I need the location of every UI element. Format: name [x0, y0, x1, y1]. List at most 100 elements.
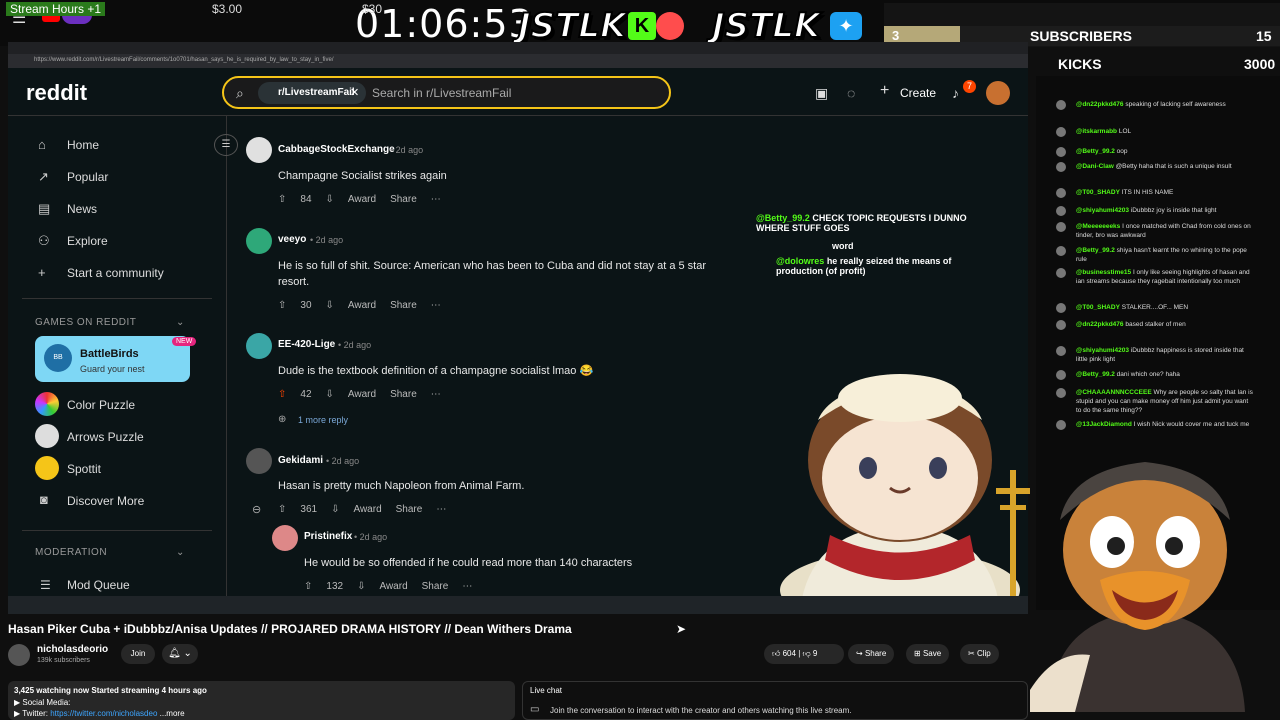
chat-username: @itskarmabb	[1076, 128, 1118, 135]
comment-actions: ⇧ 84 ⇩ Award Share ⋯	[278, 194, 455, 210]
browser-tabstrip[interactable]	[8, 42, 1028, 54]
upvote-icon[interactable]: ⇧	[278, 300, 286, 311]
avatar	[1056, 127, 1066, 137]
goal-max: $30	[362, 2, 383, 16]
kick-icon: K	[628, 12, 656, 40]
game-item-label[interactable]: Arrows Puzzle	[67, 430, 144, 444]
twitter-link[interactable]: https://twitter.com/nicholasdeo	[50, 709, 157, 718]
avatar[interactable]	[986, 81, 1010, 105]
comment-author[interactable]: veeyo	[278, 234, 306, 245]
chat-icon[interactable]: ◌	[847, 85, 855, 101]
award-button[interactable]: Award	[348, 194, 376, 205]
sidebar-item-news[interactable]: ▤ News	[38, 201, 218, 221]
channel-name[interactable]: nicholasdeorio	[37, 644, 108, 655]
save-button[interactable]: ⊞ Save	[906, 644, 950, 664]
more-icon[interactable]: ⋯	[462, 581, 472, 592]
award-button[interactable]: Award	[348, 389, 376, 400]
chevron-down-icon[interactable]: ⌄	[176, 317, 184, 328]
share-button[interactable]: ↪ Share	[848, 644, 895, 664]
overlay-chat-message: @dolowres he really seized the means of …	[776, 256, 996, 276]
bell-icon[interactable]: 🔔︎ ⌄	[162, 644, 198, 664]
share-button[interactable]: Share	[422, 581, 449, 592]
windows-taskbar[interactable]	[8, 596, 1028, 614]
upvote-icon[interactable]: ⇧	[278, 194, 286, 205]
browser-url-bar[interactable]: https://www.reddit.com/r/LivestreamFail/…	[8, 54, 1028, 68]
avatar[interactable]	[246, 137, 272, 163]
chat-text: ITS IN HIS NAME	[1121, 189, 1174, 196]
chat-username: @dn22pkkd476	[1076, 321, 1124, 328]
reddit-logo[interactable]: reddit	[26, 80, 87, 106]
collapse-icon[interactable]: ⊖	[252, 503, 261, 516]
more-icon[interactable]: ⋯	[436, 504, 446, 515]
plus-icon[interactable]: +	[880, 82, 889, 100]
chat-text: word	[832, 241, 854, 251]
more-icon[interactable]: ⋯	[431, 194, 441, 205]
avatar[interactable]	[246, 333, 272, 359]
bell-icon[interactable]: ♪	[952, 85, 959, 101]
more-link[interactable]: ...more	[160, 709, 185, 718]
sidebar-item-popular[interactable]: ↗ Popular	[38, 169, 218, 189]
award-button[interactable]: Award	[348, 300, 376, 311]
downvote-icon[interactable]: ⇩	[326, 300, 334, 311]
games-section-header[interactable]: GAMES ON REDDIT	[35, 317, 136, 328]
game-item-label[interactable]: Spottit	[67, 462, 101, 476]
chevron-down-icon[interactable]: ⌄	[176, 547, 184, 558]
downvote-icon[interactable]: ⇩	[331, 504, 339, 515]
record-icon	[656, 12, 684, 40]
game-subtitle: Guard your nest	[80, 364, 145, 374]
comment-author[interactable]: CabbageStockExchange	[278, 144, 395, 155]
more-icon[interactable]: ⋯	[431, 389, 441, 400]
comment-author[interactable]: EE-420-Lige	[278, 339, 335, 350]
description-line: ▶ Twitter: https://twitter.com/nicholasd…	[14, 709, 185, 718]
ads-icon[interactable]: ▣	[815, 85, 828, 102]
twitter-icon: ✦	[830, 12, 862, 40]
sidebar-item-start-community[interactable]: + Start a community	[38, 265, 218, 285]
upvote-icon[interactable]: ⇧	[278, 389, 286, 400]
vote-count: 30	[300, 300, 312, 311]
comment-actions: ⇧ 361 ⇩ Award Share ⋯	[278, 504, 460, 520]
upvote-icon[interactable]: ⇧	[278, 504, 286, 515]
avatar[interactable]	[246, 228, 272, 254]
moderation-section-header[interactable]: MODERATION	[35, 547, 107, 558]
twitter-label: ▶ Twitter:	[14, 709, 51, 718]
close-icon[interactable]: ✕	[350, 86, 359, 99]
chat-message-text: @shiyahumi4203 iDubbbz happiness is stor…	[1076, 346, 1254, 364]
spottit-icon	[35, 456, 59, 480]
chat-username: @dolowres	[776, 256, 825, 266]
comment-author[interactable]: Gekidami	[278, 455, 323, 466]
join-button[interactable]: Join	[121, 644, 155, 664]
avatar	[1056, 268, 1066, 278]
expand-icon[interactable]: ⊕	[278, 414, 286, 425]
sidebar-item-explore[interactable]: ⚇ Explore	[38, 233, 218, 253]
clip-button[interactable]: ✂ Clip	[960, 644, 999, 664]
share-button[interactable]: Share	[390, 389, 417, 400]
search-input[interactable]: Search in r/LivestreamFail	[372, 86, 511, 100]
comment-author[interactable]: Pristinefix	[304, 531, 352, 542]
game-item-label[interactable]: Discover More	[67, 494, 144, 508]
avatar[interactable]	[272, 525, 298, 551]
avatar[interactable]	[246, 448, 272, 474]
notification-badge: 7	[963, 80, 976, 93]
downvote-icon[interactable]: ⇩	[357, 581, 365, 592]
award-button[interactable]: Award	[353, 504, 381, 515]
share-button[interactable]: Share	[390, 300, 417, 311]
more-replies-link[interactable]: 1 more reply	[298, 415, 348, 425]
create-button[interactable]: Create	[900, 86, 936, 100]
downvote-icon[interactable]: ⇩	[326, 389, 334, 400]
sidebar-toggle-button[interactable]: ☰	[214, 134, 238, 156]
more-icon[interactable]: ⋯	[431, 300, 441, 311]
share-button[interactable]: Share	[390, 194, 417, 205]
sidebar-item-mod-queue[interactable]: Mod Queue	[67, 578, 130, 592]
game-item-label[interactable]: Color Puzzle	[67, 398, 135, 412]
sidebar-item-home[interactable]: ⌂ Home	[38, 137, 218, 157]
chat-message-text: @businesstime15 I only like seeing highl…	[1076, 268, 1254, 286]
pope-character-image	[780, 374, 1030, 610]
channel-avatar[interactable]	[8, 644, 30, 666]
upvote-icon[interactable]: ⇧	[304, 581, 312, 592]
like-button[interactable]: 👍︎ 604 | 👎︎ 9	[764, 644, 844, 664]
chat-username: @Meeeeeeeks	[1076, 223, 1121, 230]
downvote-icon[interactable]: ⇩	[326, 194, 334, 205]
vote-count: 42	[300, 389, 312, 400]
award-button[interactable]: Award	[379, 581, 407, 592]
share-button[interactable]: Share	[396, 504, 423, 515]
